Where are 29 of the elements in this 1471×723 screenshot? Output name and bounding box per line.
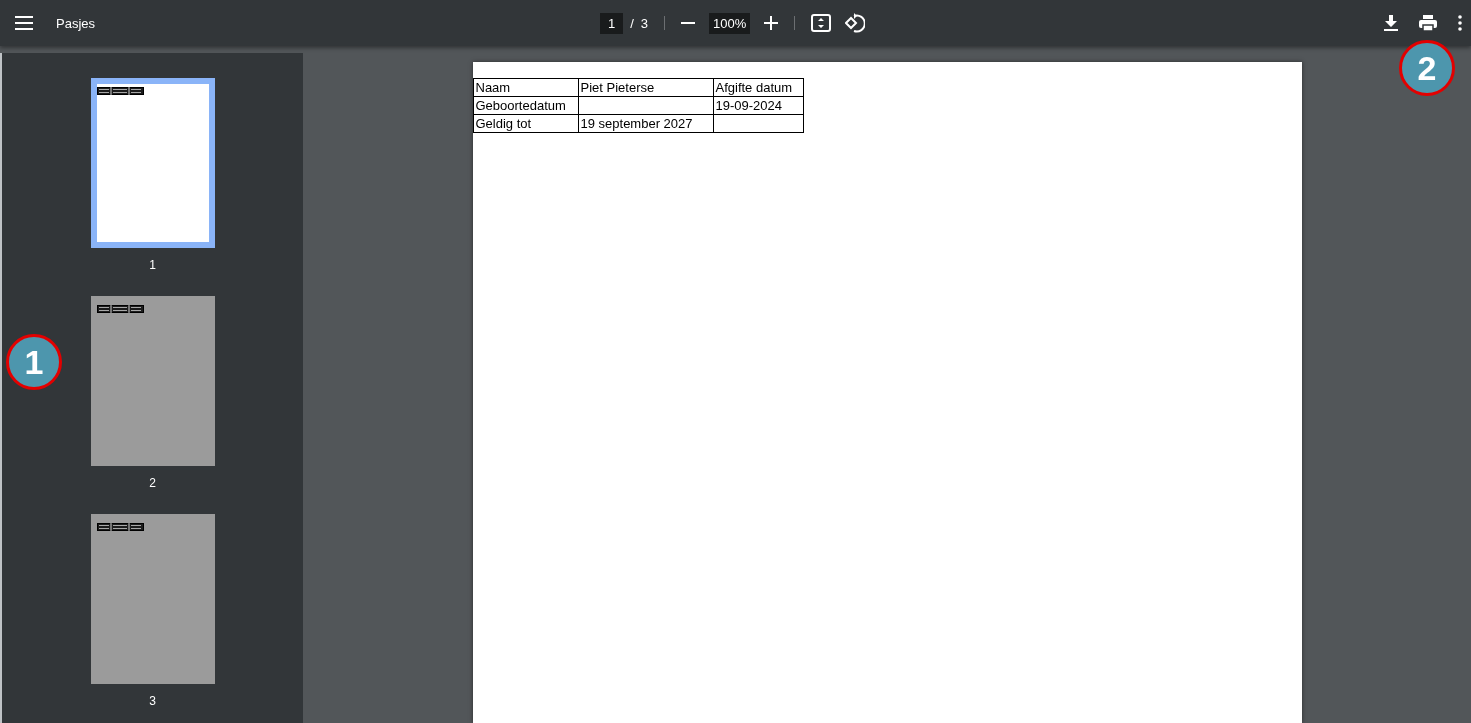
page-count: 3: [640, 15, 649, 31]
page-number-label: 3: [149, 694, 156, 708]
menu-icon[interactable]: [15, 16, 33, 30]
page-thumbnail[interactable]: [90, 296, 215, 466]
zoom-field[interactable]: 100%: [709, 12, 751, 34]
table-cell: Geboortedatum: [473, 96, 578, 115]
page-number-field[interactable]: 1: [600, 12, 624, 34]
table-cell: Naam: [473, 78, 578, 97]
fit-page-icon[interactable]: [811, 14, 832, 32]
mini-table-drawing: [96, 305, 144, 313]
mini-table-drawing: [96, 87, 144, 95]
page-separator: /: [630, 15, 634, 31]
page-number-label: 2: [149, 476, 156, 490]
table-cell: 19-09-2024: [713, 96, 803, 115]
table-cell: Geldig tot: [473, 114, 578, 133]
callout-badge: 2: [1399, 40, 1455, 96]
more-icon[interactable]: [1458, 15, 1462, 31]
table-cell: 19 september 2027: [578, 114, 713, 133]
table-cell: Afgifte datum: [713, 78, 803, 97]
table-cell: Piet Pieterse: [578, 78, 713, 97]
document-title: Pasjes: [56, 15, 96, 31]
page-thumbnail[interactable]: [90, 78, 215, 248]
page-thumbnail[interactable]: [90, 514, 215, 684]
print-icon[interactable]: [1419, 15, 1437, 31]
zoom-in-icon[interactable]: [764, 16, 779, 30]
page-number-label: 1: [149, 258, 156, 272]
rotate-icon[interactable]: [845, 13, 866, 33]
download-icon[interactable]: [1384, 15, 1398, 31]
mini-table-drawing: [96, 523, 144, 531]
